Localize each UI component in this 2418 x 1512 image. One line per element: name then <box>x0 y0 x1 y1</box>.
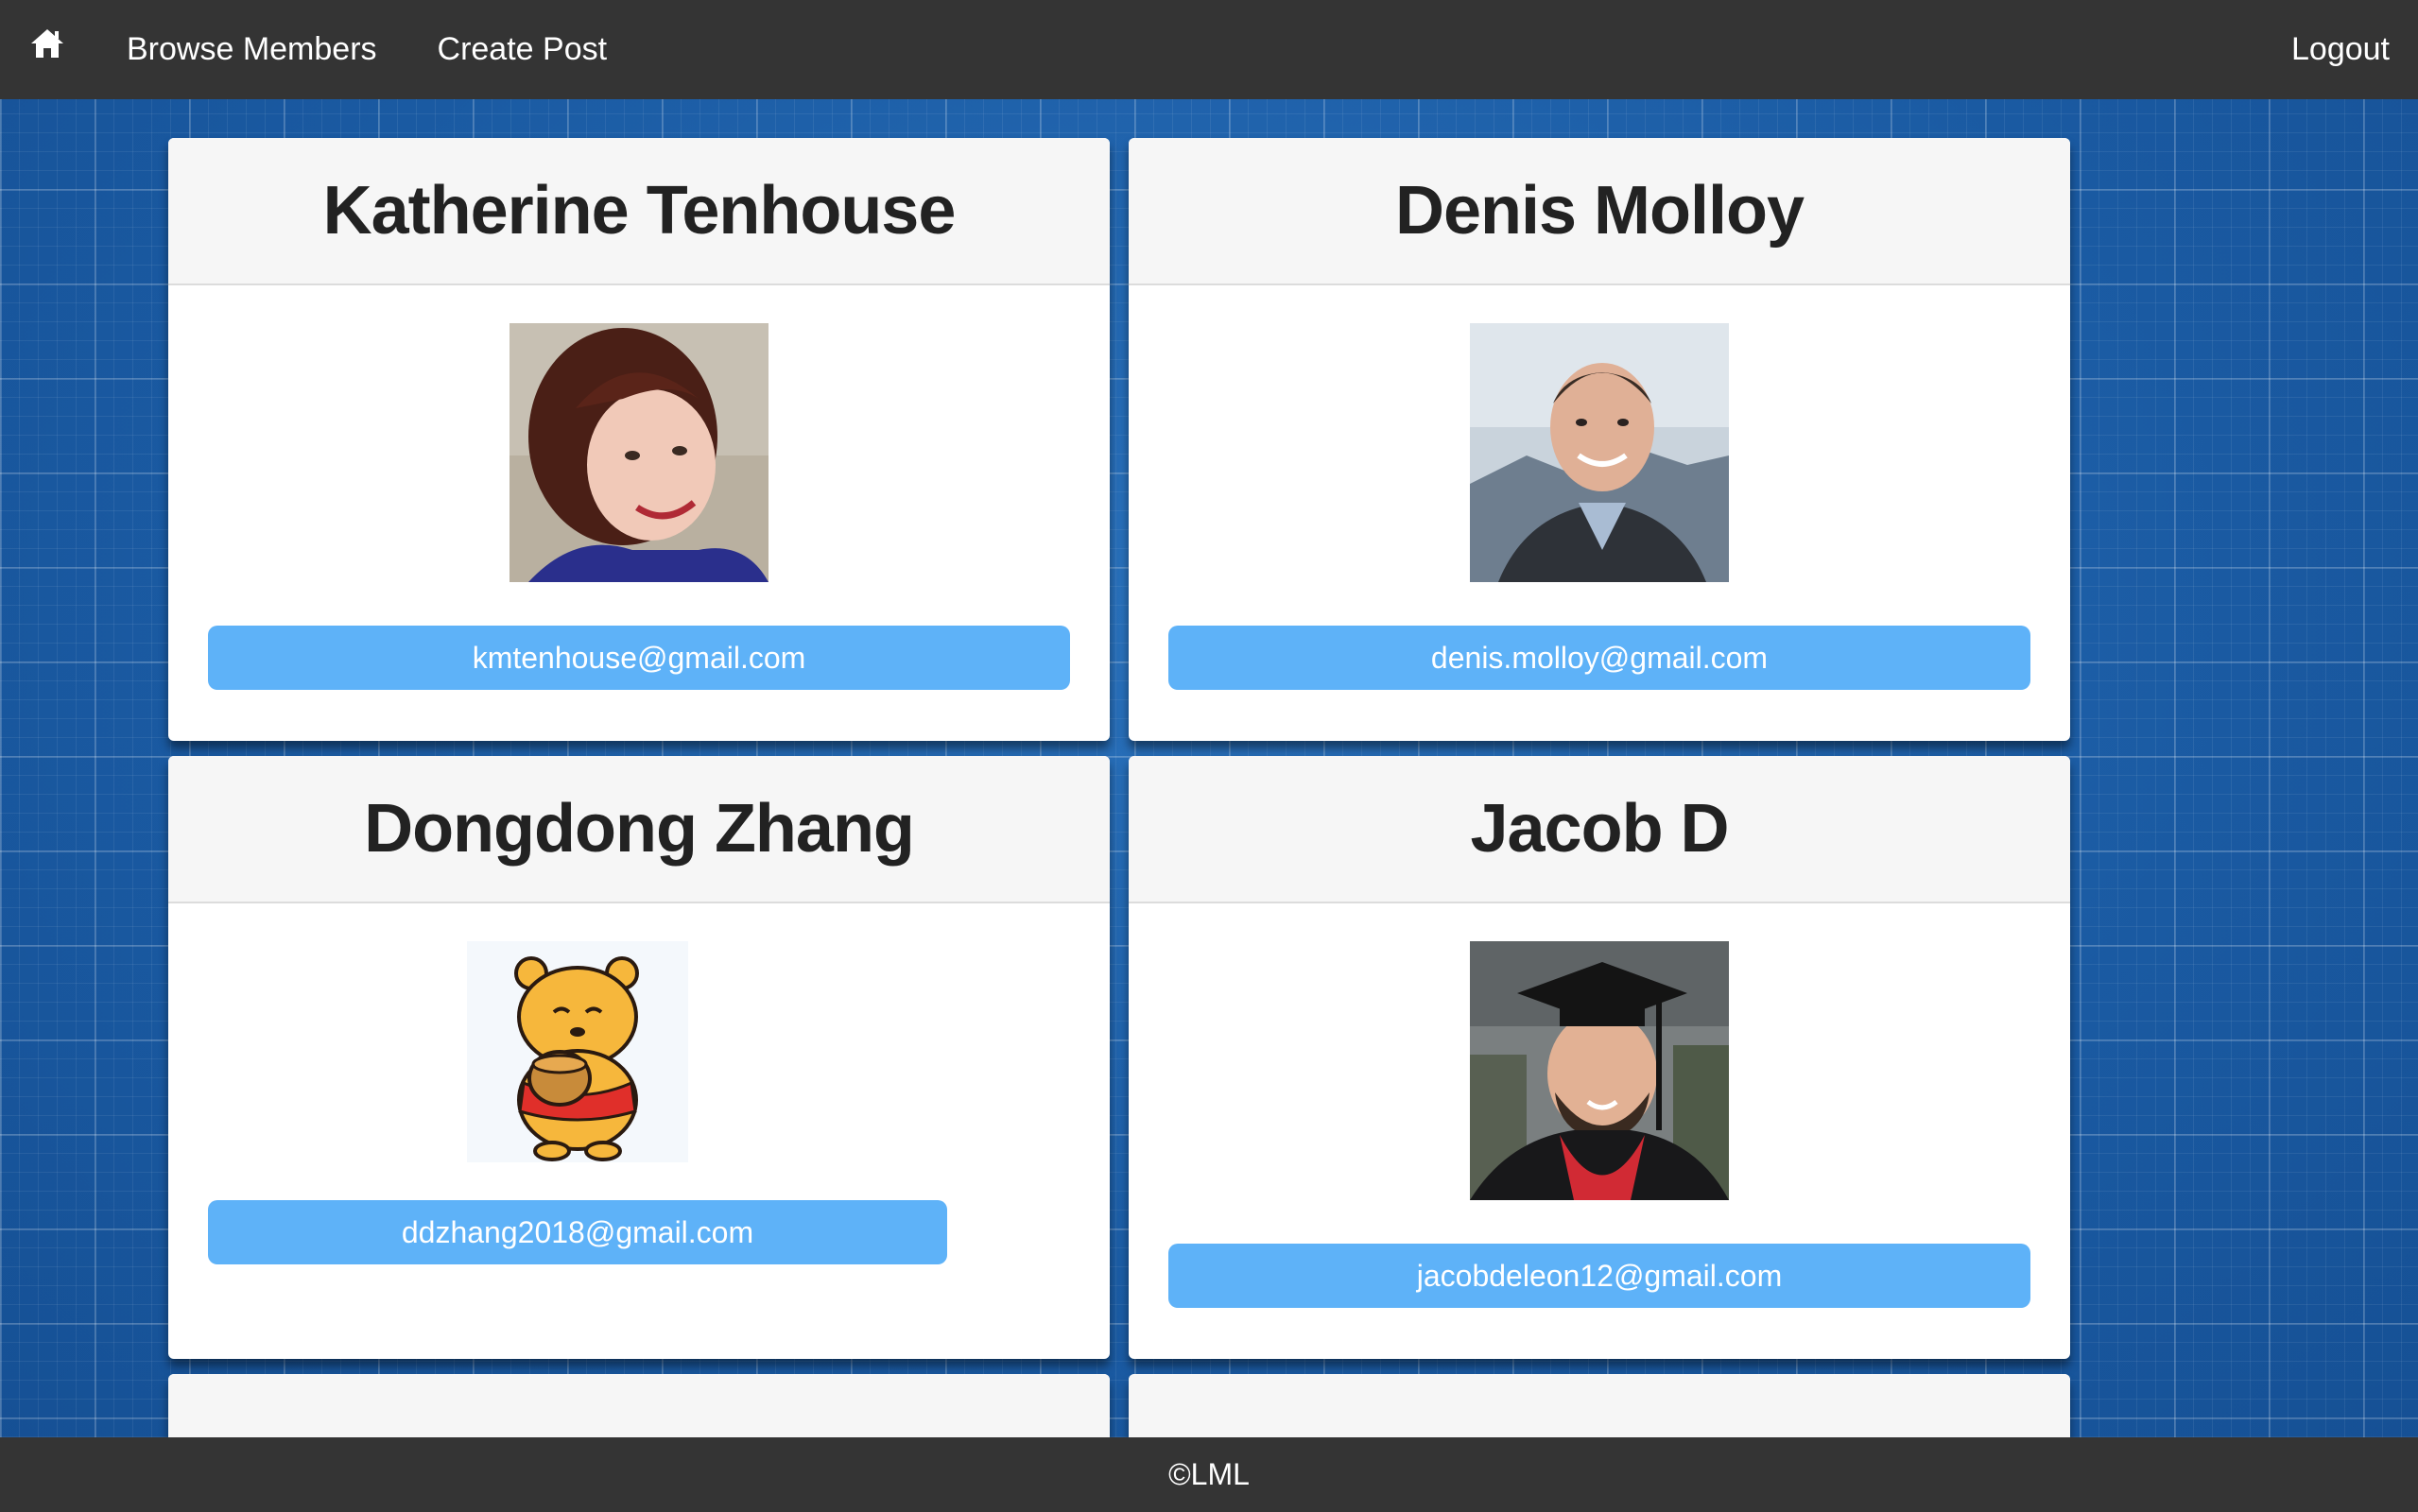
card-header: Katherine Tenhouse <box>168 138 1110 285</box>
card-header: Dongdong Zhang <box>168 756 1110 903</box>
member-card: Denis Molloy denis.molloy@gmail.com <box>1129 138 2070 741</box>
member-photo <box>1470 941 1729 1200</box>
card-body: ddzhang2018@gmail.com <box>168 903 1110 1264</box>
member-card: Katherine Tenhouse kmtenhouse@gmail.com <box>168 138 1110 741</box>
card-header: Denis Molloy <box>1129 138 2070 285</box>
card-body: kmtenhouse@gmail.com <box>168 285 1110 690</box>
member-photo <box>1470 323 1729 582</box>
members-grid: Katherine Tenhouse kmtenhouse@gmail.com … <box>168 138 2070 1512</box>
home-icon[interactable] <box>28 25 66 62</box>
member-name: Denis Molloy <box>1394 173 1805 249</box>
email-button[interactable]: jacobdeleon12@gmail.com <box>1168 1244 2030 1308</box>
member-name: Katherine Tenhouse <box>322 173 957 249</box>
email-button[interactable]: ddzhang2018@gmail.com <box>208 1200 947 1264</box>
footer-copyright: ©LML <box>1168 1457 1250 1491</box>
card-header: Jacob D <box>1129 756 2070 903</box>
card-body: jacobdeleon12@gmail.com <box>1129 903 2070 1308</box>
nav-logout[interactable]: Logout <box>2291 31 2390 68</box>
footer: ©LML <box>0 1437 2418 1512</box>
member-card: Jacob D jacobdeleon12@gmail.com <box>1129 756 2070 1359</box>
card-body: denis.molloy@gmail.com <box>1129 285 2070 690</box>
member-photo <box>510 323 769 582</box>
member-card: Dongdong Zhang ddzhang2018@gmail.com <box>168 756 1110 1359</box>
email-button[interactable]: kmtenhouse@gmail.com <box>208 626 1070 690</box>
member-name: Jacob D <box>1470 791 1729 867</box>
email-button[interactable]: denis.molloy@gmail.com <box>1168 626 2030 690</box>
nav-create-post[interactable]: Create Post <box>438 31 608 68</box>
member-name: Dongdong Zhang <box>364 791 915 867</box>
nav-browse-members[interactable]: Browse Members <box>127 31 377 68</box>
top-navbar: Browse Members Create Post Logout <box>0 0 2418 99</box>
member-photo <box>467 941 688 1162</box>
